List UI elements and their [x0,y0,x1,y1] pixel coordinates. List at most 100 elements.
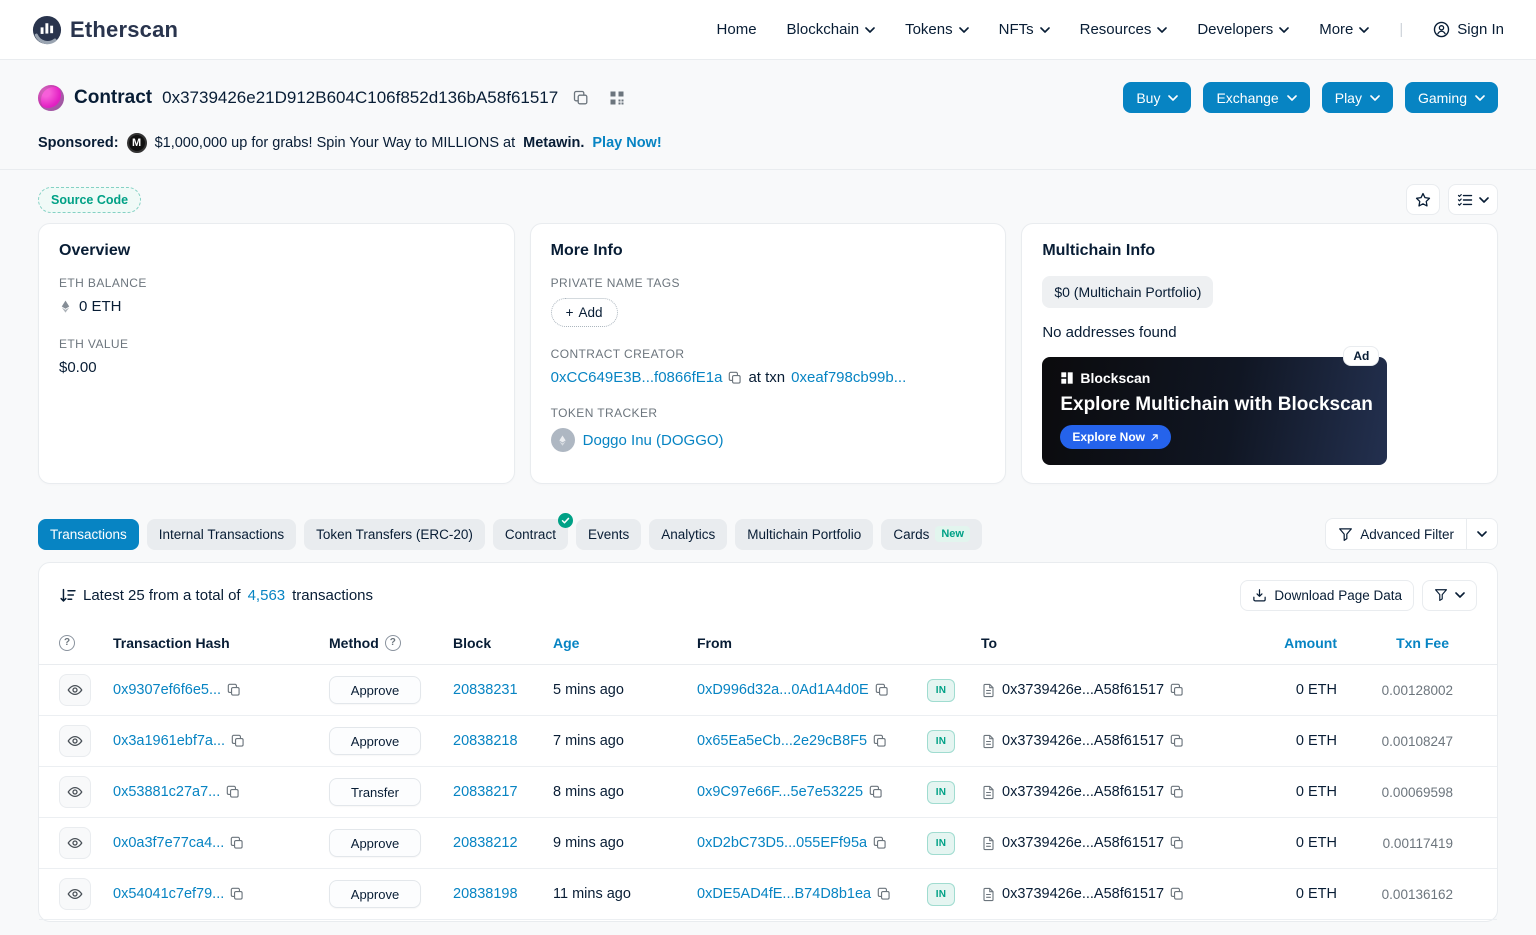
tx-hash-link[interactable]: 0x9307ef6f6e5... [113,682,221,698]
nav-nfts[interactable]: NFTs [999,21,1050,38]
sign-in-button[interactable]: Sign In [1433,21,1504,38]
from-address-link[interactable]: 0x65Ea5eCb...2e29cB8F5 [697,733,867,749]
tx-preview-button[interactable] [59,674,91,706]
qr-code-button[interactable] [604,86,630,108]
contract-creator-label: CONTRACT CREATOR [550,347,685,361]
copy-tx-hash-button[interactable] [226,785,240,799]
from-address-link[interactable]: 0xD2bC73D5...055EFf95a [697,835,867,851]
copy-tx-hash-button[interactable] [230,887,244,901]
tx-preview-button[interactable] [59,725,91,757]
copy-from-button[interactable] [875,683,889,697]
help-icon[interactable]: ? [59,634,75,651]
copy-to-button[interactable] [1170,734,1184,748]
tab-events[interactable]: Events [575,518,642,550]
download-page-data-button[interactable]: Download Page Data [1240,579,1414,611]
copy-to-button[interactable] [1170,836,1184,850]
main-nav: Home Blockchain Tokens NFTs Resources De… [717,21,1504,38]
private-name-tags-label: PRIVATE NAME TAGS [550,276,680,290]
copy-icon [1170,785,1184,799]
block-link[interactable]: 20838231 [453,682,547,698]
total-transactions-link[interactable]: 4,563 [248,587,286,604]
method-badge: Approve [329,829,421,857]
tx-hash-link[interactable]: 0x0a3f7e77ca4... [113,835,224,851]
explore-now-button[interactable]: Explore Now [1060,425,1172,449]
copy-icon [573,90,589,106]
source-code-badge[interactable]: Source Code [38,186,142,213]
tx-hash-link[interactable]: 0x54041c7ef79... [113,886,224,902]
tab-cards[interactable]: Cards New [881,518,982,550]
creator-address-link[interactable]: 0xCC649E3B...f0866fE1a [551,369,723,386]
copy-tx-hash-button[interactable] [227,683,241,697]
copy-creator-button[interactable] [728,371,742,385]
copy-tx-hash-button[interactable] [230,836,244,850]
from-address-link[interactable]: 0x9C97e66F...5e7e53225 [697,784,863,800]
from-address-link[interactable]: 0xD996d32a...0Ad1A4d0E [697,682,869,698]
copy-icon [226,785,240,799]
watchlist-options-button[interactable] [1448,184,1498,215]
copy-address-button[interactable] [568,86,594,108]
tx-fee: 0.00128002 [1381,682,1453,698]
creation-txn-link[interactable]: 0xeaf798cb99b... [791,369,906,386]
table-filter-button[interactable] [1422,579,1477,611]
blockscan-ad-banner[interactable]: Ad Blockscan Explore Multichain with Blo… [1042,346,1388,465]
etherscan-logo[interactable]: Etherscan [32,15,178,45]
filter-funnel-icon [1338,527,1353,542]
add-name-tag-button[interactable]: + Add [550,298,618,327]
col-age-toggle[interactable]: Age [553,635,691,651]
tab-transactions[interactable]: Transactions [38,518,139,550]
copy-from-button[interactable] [873,836,887,850]
help-icon[interactable]: ? [384,634,401,651]
contract-header: Contract 0x3739426e21D912B604C106f852d13… [38,82,1498,113]
block-link[interactable]: 20838217 [453,784,547,800]
chevron-down-icon [1168,95,1178,101]
sponsored-cta-link[interactable]: Play Now! [592,135,661,151]
copy-from-button[interactable] [877,887,891,901]
copy-to-button[interactable] [1170,887,1184,901]
token-tracker-link[interactable]: Doggo Inu (DOGGO) [583,432,724,449]
nav-home[interactable]: Home [717,21,757,38]
block-link[interactable]: 20838218 [453,733,547,749]
tab-analytics[interactable]: Analytics [649,518,728,550]
tab-token-transfers[interactable]: Token Transfers (ERC-20) [304,518,485,550]
copy-icon [877,887,891,901]
block-link[interactable]: 20838198 [453,886,547,902]
chevron-down-icon [1479,197,1489,203]
copy-tx-hash-button[interactable] [231,734,245,748]
copy-to-button[interactable] [1170,785,1184,799]
copy-to-button[interactable] [1170,683,1184,697]
tab-multichain-portfolio[interactable]: Multichain Portfolio [735,518,874,550]
nav-tokens[interactable]: Tokens [905,21,969,38]
tx-preview-button[interactable] [59,878,91,910]
tx-hash-link[interactable]: 0x3a1961ebf7a... [113,733,225,749]
tab-internal-transactions[interactable]: Internal Transactions [146,518,297,550]
gaming-button[interactable]: Gaming [1404,82,1498,113]
tx-hash-link[interactable]: 0x53881c27a7... [113,784,220,800]
tab-contract[interactable]: Contract [492,519,568,550]
buy-button[interactable]: Buy [1123,82,1192,113]
tx-age: 8 mins ago [553,784,624,800]
advanced-filter-dropdown[interactable] [1466,519,1497,549]
nav-resources[interactable]: Resources [1080,21,1168,38]
play-button[interactable]: Play [1321,82,1393,113]
arrow-up-right-icon [1150,433,1159,442]
col-txn-fee-toggle[interactable]: Txn Fee [1355,635,1477,651]
from-address-link[interactable]: 0xDE5AD4fE...B74D8b1ea [697,886,871,902]
copy-from-button[interactable] [869,785,883,799]
advanced-filter-button[interactable]: Advanced Filter [1325,518,1498,550]
favorite-button[interactable] [1406,184,1440,215]
tx-preview-button[interactable] [59,827,91,859]
table-row: 0x9307ef6f6e5... Approve 20838231 5 mins… [39,665,1497,716]
exchange-button[interactable]: Exchange [1203,82,1310,113]
nav-blockchain[interactable]: Blockchain [787,21,876,38]
col-amount-toggle[interactable]: Amount [1225,635,1349,651]
block-link[interactable]: 20838212 [453,835,547,851]
copy-from-button[interactable] [873,734,887,748]
tx-fee: 0.00117419 [1382,835,1453,851]
nav-more[interactable]: More [1319,21,1369,38]
copy-icon [1170,887,1184,901]
nav-developers[interactable]: Developers [1197,21,1289,38]
col-from: From [697,634,732,651]
info-cards: Overview ETH BALANCE 0 ETH ETH VALUE $0.… [38,223,1498,484]
tx-preview-button[interactable] [59,776,91,808]
multichain-portfolio-button[interactable]: $0 (Multichain Portfolio) [1042,276,1214,308]
